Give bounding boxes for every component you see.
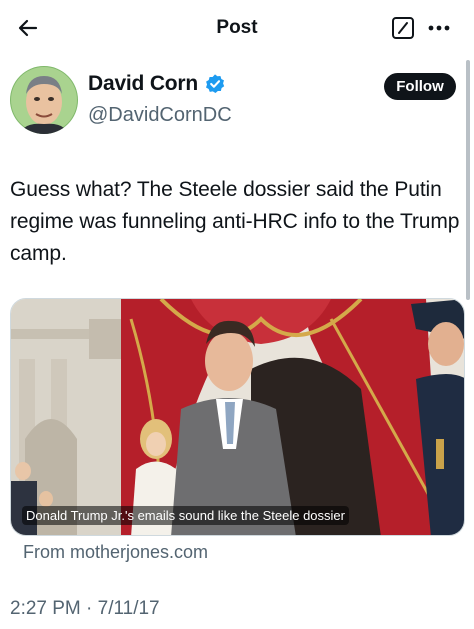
follow-button[interactable]: Follow (384, 73, 456, 100)
tweet-text: Guess what? The Steele dossier said the … (10, 178, 460, 265)
more-horizontal-icon (428, 25, 450, 31)
tweet-timestamp[interactable]: 2:27 PM · 7/11/17 (10, 598, 160, 620)
top-bar: Post (0, 0, 474, 58)
verified-badge-icon (206, 74, 225, 93)
compose-icon (392, 17, 414, 39)
author-handle[interactable]: @DavidCornDC (88, 104, 232, 127)
link-card-domain[interactable]: From motherjones.com (23, 542, 208, 563)
avatar[interactable] (10, 66, 78, 134)
avatar-image (10, 66, 78, 134)
link-card-caption: Donald Trump Jr.'s emails sound like the… (22, 506, 349, 525)
author-display-name[interactable]: David Corn (88, 72, 198, 96)
author-name-row: David Corn (88, 72, 226, 96)
link-preview-card[interactable]: Donald Trump Jr.'s emails sound like the… (10, 298, 465, 536)
compose-button[interactable] (390, 15, 416, 41)
more-options-button[interactable] (426, 16, 452, 40)
link-preview-image (11, 299, 464, 535)
scrollbar[interactable] (466, 60, 470, 300)
